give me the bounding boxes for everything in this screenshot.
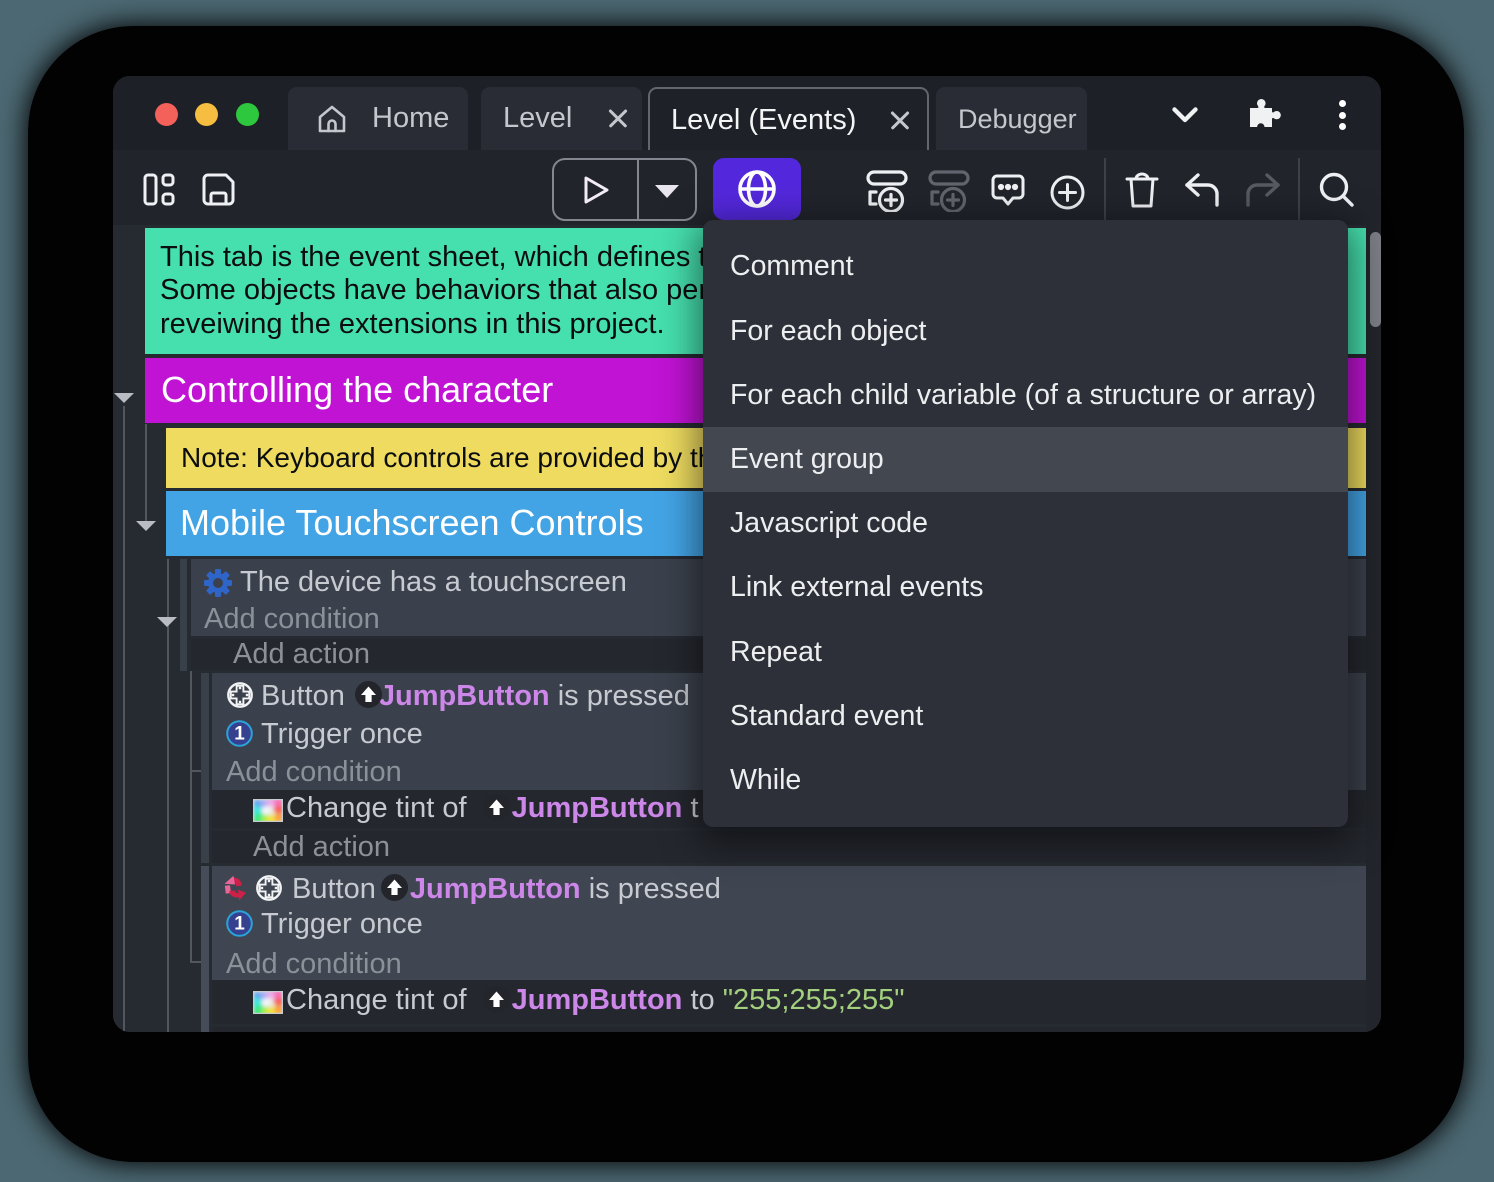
- svg-text:1: 1: [234, 724, 245, 745]
- svg-text:1: 1: [234, 914, 245, 935]
